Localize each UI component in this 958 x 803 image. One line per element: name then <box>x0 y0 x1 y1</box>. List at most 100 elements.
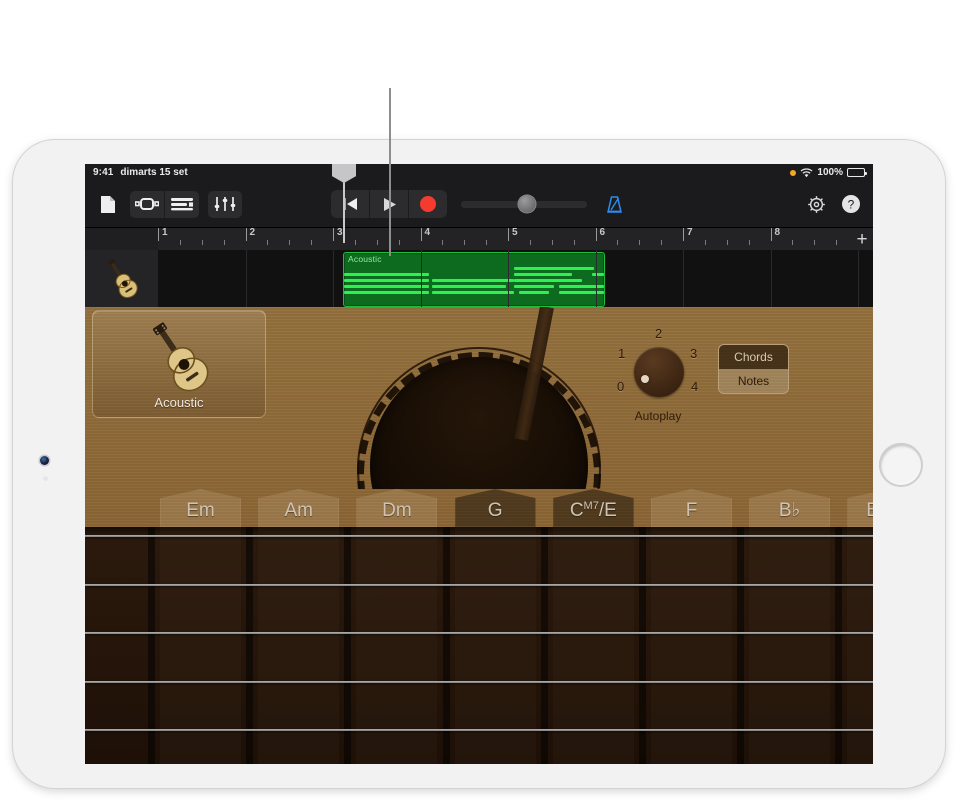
slider-knob[interactable] <box>518 195 536 213</box>
ruler-beat-tick <box>289 240 291 245</box>
chords-mode-button[interactable]: Chords <box>719 345 788 369</box>
autoplay-value-4[interactable]: 4 <box>691 379 698 394</box>
ruler-beat-tick <box>267 240 269 245</box>
ruler-bar-number: 7 <box>687 228 693 238</box>
ruler-bars[interactable]: 1 2 3 4 5 6 7 8 <box>158 228 851 250</box>
ambient-sensor-icon <box>43 476 48 481</box>
ruler-beat-tick <box>704 240 706 245</box>
wifi-icon <box>801 167 813 177</box>
track-view-button[interactable] <box>164 190 199 218</box>
chord-button-F[interactable]: F <box>651 489 732 527</box>
autoplay-value-1[interactable]: 1 <box>618 346 625 361</box>
chord-button-Bdim[interactable]: Bdim <box>847 489 873 527</box>
guitar-instrument: Acoustic 0 1 2 3 4 Autoplay Chords Notes <box>85 307 873 764</box>
toolbar-left-group <box>95 190 242 218</box>
help-button[interactable]: ? <box>839 191 863 218</box>
lane-grid-line <box>508 250 509 307</box>
guitar-string-1[interactable] <box>85 535 873 537</box>
rewind-button[interactable] <box>331 190 369 218</box>
ruler-header <box>85 228 158 250</box>
my-songs-button[interactable] <box>95 191 121 218</box>
ruler-beat-tick <box>726 240 728 245</box>
ruler-beat-tick <box>464 240 466 245</box>
chord-label: CM7/E <box>569 499 617 521</box>
chord-label: Am <box>284 500 313 521</box>
help-icon: ? <box>842 195 860 213</box>
metronome-button[interactable] <box>601 191 627 218</box>
record-icon <box>420 196 436 212</box>
ruler-beat-tick <box>573 240 575 245</box>
ruler-bar-number: 2 <box>249 228 256 238</box>
midi-note <box>344 273 429 276</box>
guitar-string-5[interactable] <box>85 729 873 731</box>
ruler-beat-tick <box>836 240 838 245</box>
chord-label: Em <box>186 500 215 521</box>
ruler-beat-tick <box>376 240 378 245</box>
loop-browser-icon <box>135 198 159 210</box>
toolbar-right-group: ? <box>804 191 863 218</box>
ruler-beat-tick <box>354 240 356 245</box>
autoplay-knob[interactable] <box>634 347 684 397</box>
guitar-string-3[interactable] <box>85 632 873 634</box>
ruler-beat-tick <box>442 240 444 245</box>
ruler-bar-number: 6 <box>599 228 606 238</box>
chord-button-Am[interactable]: Am <box>258 489 340 527</box>
chord-button-G[interactable]: G <box>454 489 536 527</box>
autoplay-control: 0 1 2 3 4 Autoplay <box>616 325 700 429</box>
ruler-beat-tick <box>486 240 488 245</box>
ruler-beat-tick <box>792 240 794 245</box>
ruler-bar-number: 8 <box>774 228 781 238</box>
lane-grid-line <box>245 250 247 307</box>
view-mode-group <box>130 190 199 218</box>
midi-note <box>344 279 429 282</box>
lane-grid-line <box>770 250 772 307</box>
lane-grid-line <box>858 250 859 307</box>
ruler-beat-tick <box>551 240 553 245</box>
record-button[interactable] <box>408 190 447 218</box>
master-volume-slider[interactable] <box>461 190 587 218</box>
lane-grid-line <box>595 250 597 307</box>
front-camera-icon <box>40 456 49 465</box>
ruler-beat-tick <box>617 240 619 245</box>
midi-note <box>344 291 429 294</box>
autoplay-label: Autoplay <box>634 409 682 423</box>
guitar-string-2[interactable] <box>85 583 873 586</box>
track-area: Acoustic <box>85 250 873 307</box>
add-section-button[interactable]: + <box>851 228 873 250</box>
chord-button-B♭[interactable]: B♭ <box>749 489 831 527</box>
track-view-icon <box>171 198 193 211</box>
track-lane[interactable]: Acoustic <box>158 250 873 307</box>
loop-browser-button[interactable] <box>130 191 164 218</box>
ruler-beat-tick <box>311 240 313 245</box>
chord-label: B♭ <box>778 500 801 521</box>
chord-button-CM7/E[interactable]: CM7/E <box>552 489 634 527</box>
chord-button-Em[interactable]: Em <box>160 489 241 527</box>
chord-buttons-strip: Em Am Dm G CM7/E F B♭ Bdim <box>85 489 873 527</box>
track-header-acoustic[interactable] <box>85 250 159 307</box>
ruler-beat-tick <box>529 240 531 245</box>
playhead[interactable] <box>332 164 356 243</box>
guitar-string-4[interactable] <box>85 680 873 683</box>
instrument-selector-acoustic[interactable]: Acoustic <box>92 310 266 418</box>
instrument-name-label: Acoustic <box>154 395 204 410</box>
orange-status-dot-icon <box>790 169 797 176</box>
midi-note <box>514 285 554 288</box>
midi-note <box>559 285 604 288</box>
timeline-ruler[interactable]: 1 2 3 4 5 6 7 8 + <box>85 228 873 251</box>
home-button[interactable] <box>879 443 923 487</box>
midi-note <box>559 267 594 270</box>
region-name-label: Acoustic <box>348 254 382 264</box>
chord-button-Dm[interactable]: Dm <box>356 489 438 527</box>
midi-region-acoustic[interactable]: Acoustic <box>343 252 605 307</box>
autoplay-value-2[interactable]: 2 <box>655 326 662 341</box>
autoplay-value-0[interactable]: 0 <box>617 379 624 394</box>
guitar-body-top: Acoustic 0 1 2 3 4 Autoplay Chords Notes <box>85 307 873 489</box>
lane-grid-line <box>683 250 684 307</box>
autoplay-value-3[interactable]: 3 <box>690 346 697 361</box>
metronome-icon <box>606 195 622 213</box>
settings-button[interactable] <box>804 191 828 218</box>
transport-controls <box>331 190 627 218</box>
notes-mode-button[interactable]: Notes <box>719 369 788 393</box>
fretboard-strings-area[interactable] <box>85 527 873 764</box>
mixer-button[interactable] <box>208 190 242 218</box>
